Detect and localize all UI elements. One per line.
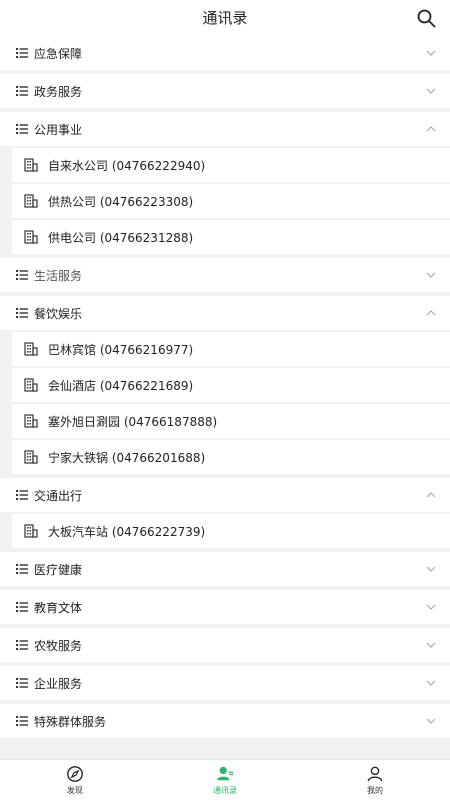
- tab-discover[interactable]: 发现: [0, 760, 150, 800]
- category-label: 政务服务: [34, 84, 83, 99]
- tab-label: 通讯录: [213, 785, 237, 795]
- category-label: 应急保障: [34, 46, 83, 61]
- chevron-down-icon: [426, 680, 436, 686]
- list-icon: [16, 308, 28, 318]
- category-label: 医疗健康: [34, 562, 83, 577]
- contact-category-list: 应急保障政务服务公用事业自来水公司 (04766222940) 供热公司 (047…: [0, 36, 450, 742]
- chevron-down-icon: [426, 272, 436, 278]
- list-icon: [16, 86, 28, 96]
- tab-label: 我的: [367, 785, 383, 795]
- header-bar: 通讯录: [0, 0, 450, 36]
- contact-label: 自来水公司 (04766222940): [48, 158, 206, 173]
- category-label: 教育文体: [34, 600, 83, 615]
- building-icon: [24, 342, 38, 356]
- list-icon: [16, 48, 28, 58]
- chevron-up-icon: [426, 492, 436, 498]
- category-row[interactable]: 政务服务: [0, 74, 450, 108]
- category-label: 企业服务: [34, 676, 83, 691]
- list-icon: [16, 640, 28, 650]
- search-icon[interactable]: [416, 8, 436, 28]
- category-label: 特殊群体服务: [34, 714, 107, 729]
- contact-label: 供电公司 (04766231288): [48, 230, 194, 245]
- contacts-icon: [216, 766, 234, 780]
- list-icon: [16, 716, 28, 726]
- category-row[interactable]: 教育文体: [0, 590, 450, 624]
- contact-item[interactable]: 宁家大铁锅 (04766201688): [12, 440, 450, 474]
- list-icon: [16, 490, 28, 500]
- category-label: 农牧服务: [34, 638, 83, 653]
- building-icon: [24, 158, 38, 172]
- contact-label: 宁家大铁锅 (04766201688): [48, 450, 206, 465]
- tab-contacts[interactable]: 通讯录: [150, 760, 300, 800]
- chevron-down-icon: [426, 604, 436, 610]
- building-icon: [24, 230, 38, 244]
- category-row[interactable]: 公用事业: [0, 112, 450, 146]
- contact-item[interactable]: 供电公司 (04766231288): [12, 220, 450, 254]
- tab-label: 发现: [67, 785, 83, 795]
- contact-item[interactable]: 自来水公司 (04766222940): [12, 148, 450, 182]
- contact-label: 大板汽车站 (04766222739): [48, 524, 206, 539]
- contact-item[interactable]: 会仙酒店 (04766221689): [12, 368, 450, 402]
- chevron-down-icon: [426, 718, 436, 724]
- list-icon: [16, 564, 28, 574]
- tab-profile[interactable]: 我的: [300, 760, 450, 800]
- building-icon: [24, 450, 38, 464]
- chevron-up-icon: [426, 310, 436, 316]
- page-title: 通讯录: [202, 9, 248, 27]
- chevron-up-icon: [426, 126, 436, 132]
- contact-item[interactable]: 供热公司 (04766223308): [12, 184, 450, 218]
- category-label: 生活服务: [34, 268, 83, 283]
- contact-item[interactable]: 塞外旭日涮园 (04766187888): [12, 404, 450, 438]
- category-row[interactable]: 医疗健康: [0, 552, 450, 586]
- contact-label: 会仙酒店 (04766221689): [48, 378, 194, 393]
- category-row[interactable]: 农牧服务: [0, 628, 450, 662]
- list-icon: [16, 270, 28, 280]
- building-icon: [24, 524, 38, 538]
- building-icon: [24, 194, 38, 208]
- compass-icon: [67, 765, 83, 782]
- building-icon: [24, 378, 38, 392]
- category-row[interactable]: 餐饮娱乐: [0, 296, 450, 330]
- contact-label: 巴林宾馆 (04766216977): [48, 342, 194, 357]
- chevron-down-icon: [426, 566, 436, 572]
- category-row[interactable]: 交通出行: [0, 478, 450, 512]
- list-icon: [16, 124, 28, 134]
- chevron-down-icon: [426, 642, 436, 648]
- chevron-down-icon: [426, 50, 436, 56]
- person-icon: [367, 766, 383, 781]
- category-label: 交通出行: [34, 488, 83, 503]
- list-icon: [16, 678, 28, 688]
- contact-label: 塞外旭日涮园 (04766187888): [48, 414, 218, 429]
- category-row[interactable]: 生活服务: [0, 258, 450, 292]
- list-icon: [16, 602, 28, 612]
- building-icon: [24, 414, 38, 428]
- category-row[interactable]: 企业服务: [0, 666, 450, 700]
- contact-item[interactable]: 巴林宾馆 (04766216977): [12, 332, 450, 366]
- category-row[interactable]: 应急保障: [0, 36, 450, 70]
- chevron-down-icon: [426, 88, 436, 94]
- bottom-tab-bar: 发现 通讯录 我的: [0, 759, 450, 800]
- category-row[interactable]: 特殊群体服务: [0, 704, 450, 738]
- category-label: 餐饮娱乐: [34, 306, 83, 321]
- category-label: 公用事业: [34, 122, 83, 137]
- contact-item[interactable]: 大板汽车站 (04766222739): [12, 514, 450, 548]
- contact-label: 供热公司 (04766223308): [48, 194, 194, 209]
